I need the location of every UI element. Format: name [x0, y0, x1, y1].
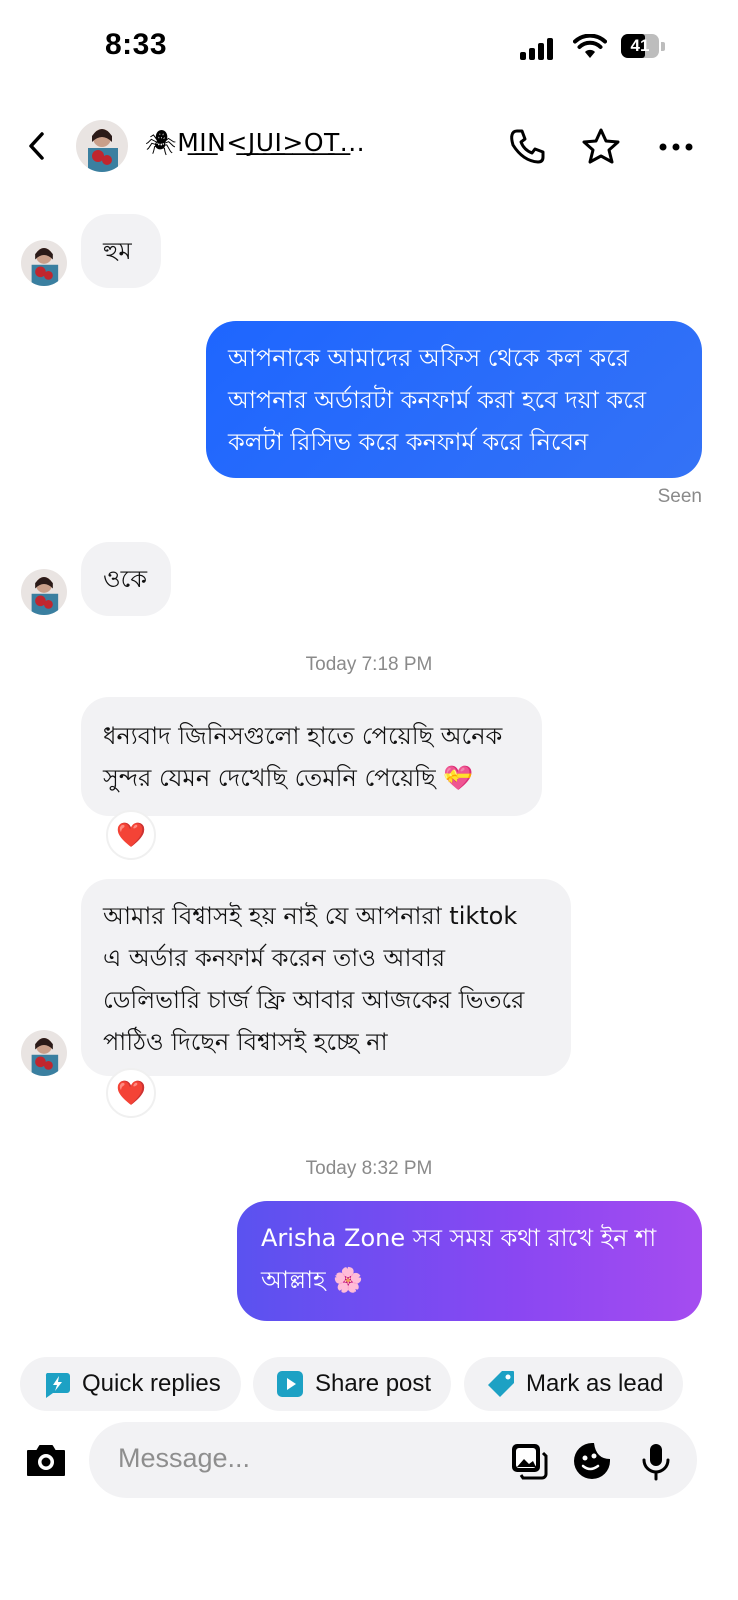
message-line: সুন্দর যেমন দেখেছি তেমনি পেয়েছি 💝 — [103, 764, 474, 792]
seen-indicator: Seen — [657, 486, 702, 507]
chip-label: Mark as lead — [526, 1370, 664, 1397]
message-input[interactable]: Message... — [118, 1443, 250, 1474]
more-options-icon[interactable] — [655, 126, 697, 168]
avatar-image — [21, 240, 67, 286]
battery-icon: 41 — [621, 34, 667, 60]
sender-avatar[interactable] — [21, 240, 67, 286]
heart-reaction[interactable]: ❤️ — [106, 1068, 156, 1118]
cellular-signal-icon — [520, 38, 558, 60]
incoming-message[interactable]: হুম — [81, 214, 161, 288]
wifi-icon — [573, 34, 607, 58]
avatar-image — [21, 569, 67, 615]
battery-level: 41 — [630, 36, 650, 55]
quick-replies-chip[interactable]: Quick replies — [20, 1357, 241, 1411]
message-line: কলটা রিসিভ করে কনফার্ম করে নিবেন — [228, 428, 589, 456]
outgoing-message[interactable]: আপনাকে আমাদের অফিস থেকে কল করে আপনার অর্… — [206, 321, 702, 478]
message-line: ধন্যবাদ জিনিসগুলো হাতে পেয়েছি অনেক — [103, 722, 503, 750]
camera-icon[interactable] — [22, 1437, 70, 1485]
incoming-message[interactable]: ধন্যবাদ জিনিসগুলো হাতে পেয়েছি অনেক সুন্… — [81, 697, 542, 816]
phone-call-icon[interactable] — [506, 126, 548, 168]
status-time: 8:33 — [105, 28, 168, 61]
avatar-image — [76, 120, 128, 172]
star-icon[interactable] — [580, 126, 622, 168]
message-text: ওকে — [103, 565, 148, 593]
message-line: আপনাকে আমাদের অফিস থেকে কল করে — [228, 344, 629, 372]
play-icon — [277, 1371, 303, 1397]
heart-icon: ❤️ — [116, 1079, 146, 1107]
outgoing-message[interactable]: Arisha Zone সব সময় কথা রাখে ইন শা আল্লা… — [237, 1201, 702, 1321]
contact-name[interactable]: 🕷M͟I͟N<͟J͟U͟I͟>͟O͟T͟... — [145, 128, 365, 158]
message-line: এ অর্ডার কনফার্ম করেন তাও আবার — [103, 944, 446, 972]
message-line: আল্লাহ 🌸 — [261, 1266, 364, 1294]
sender-avatar[interactable] — [21, 569, 67, 615]
share-post-chip[interactable]: Share post — [253, 1357, 452, 1411]
message-line: Arisha Zone সব সময় কথা রাখে ইন শা — [261, 1224, 657, 1252]
contact-avatar[interactable] — [76, 120, 128, 172]
heart-reaction[interactable]: ❤️ — [106, 810, 156, 860]
gallery-icon[interactable] — [509, 1441, 549, 1481]
mark-as-lead-chip[interactable]: Mark as lead — [464, 1357, 684, 1411]
lightning-icon — [45, 1373, 70, 1398]
message-line: আমার বিশ্বাসই হয় নাই যে আপনারা tiktok — [103, 902, 518, 930]
timestamp: Today 8:32 PM — [305, 1158, 433, 1179]
message-text: হুম — [103, 237, 132, 265]
message-line: পাঠিও দিছেন বিশ্বাসই হচ্ছে না — [103, 1028, 388, 1056]
incoming-message[interactable]: আমার বিশ্বাসই হয় নাই যে আপনারা tiktok এ… — [81, 879, 571, 1076]
chip-label: Quick replies — [82, 1370, 221, 1397]
sender-avatar[interactable] — [21, 1030, 67, 1076]
message-line: আপনার অর্ডারটা কনফার্ম করা হবে দয়া করে — [228, 386, 647, 414]
tag-icon — [488, 1371, 514, 1397]
heart-icon: ❤️ — [116, 821, 146, 849]
chip-label: Share post — [315, 1370, 432, 1397]
back-arrow-icon[interactable] — [22, 128, 52, 164]
avatar-image — [21, 1030, 67, 1076]
timestamp: Today 7:18 PM — [305, 654, 433, 675]
sticker-icon[interactable] — [572, 1441, 612, 1481]
microphone-icon[interactable] — [636, 1441, 676, 1481]
message-line: ডেলিভারি চার্জ ফ্রি আবার আজকের ভিতরে — [103, 986, 525, 1014]
incoming-message[interactable]: ওকে — [81, 542, 171, 616]
